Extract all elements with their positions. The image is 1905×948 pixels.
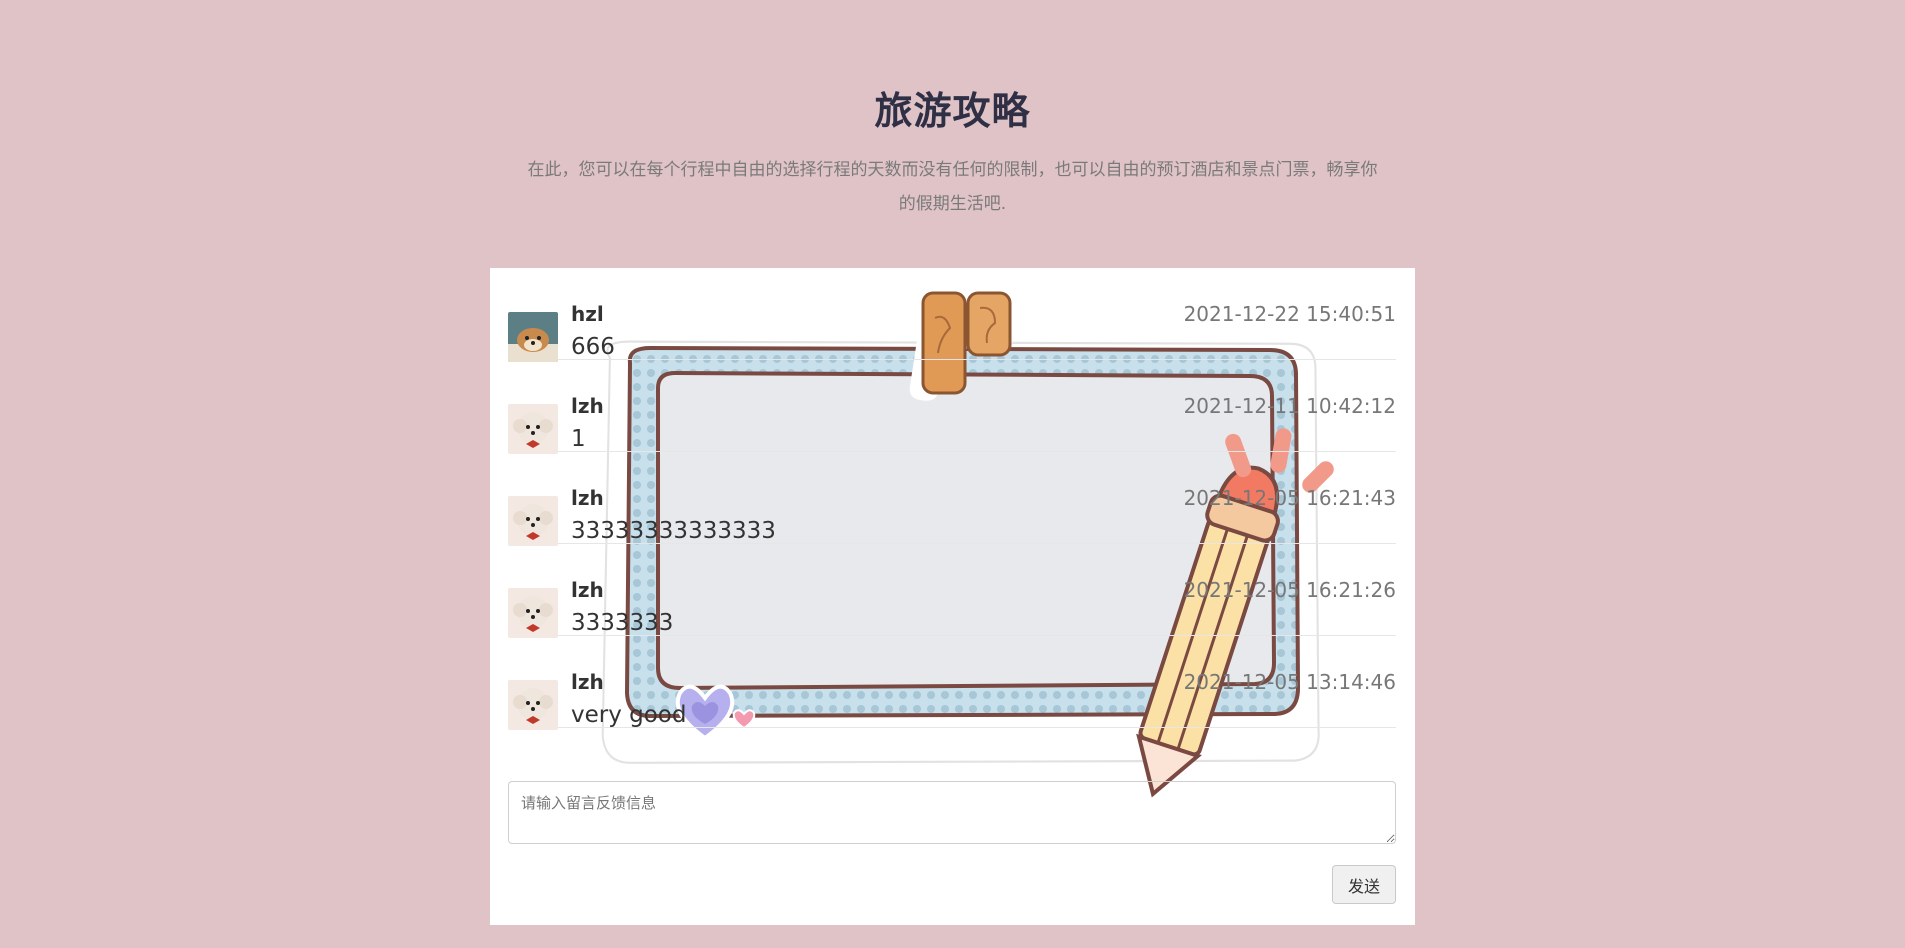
message-time: 2021-12-11 10:42:12 [1183, 394, 1396, 418]
message-item: lzh 3333333 2021-12-05 16:21:26 [508, 544, 1396, 638]
shiba-dog-avatar-icon [508, 312, 558, 362]
user-avatar [508, 312, 558, 362]
message-item: lzh very good 2021-12-05 13:14:46 [508, 636, 1396, 730]
message-text: very good [571, 702, 687, 728]
message-username: hzl [571, 302, 604, 326]
feedback-input[interactable] [508, 781, 1396, 844]
feedback-form [508, 781, 1396, 844]
message-time: 2021-12-05 13:14:46 [1183, 670, 1396, 694]
poodle-avatar-icon [508, 680, 558, 730]
message-item: lzh 33333333333333 2021-12-05 16:21:43 [508, 452, 1396, 546]
message-item: lzh 1 2021-12-11 10:42:12 [508, 360, 1396, 454]
message-username: lzh [571, 486, 604, 510]
user-avatar [508, 680, 558, 730]
message-item: hzl 666 2021-12-22 15:40:51 [508, 268, 1396, 362]
send-button[interactable]: 发送 [1332, 865, 1396, 904]
page: 旅游攻略 在此，您可以在每个行程中自由的选择行程的天数而没有任何的限制，也可以自… [0, 0, 1905, 948]
message-username: lzh [571, 578, 604, 602]
message-time: 2021-12-05 16:21:26 [1183, 578, 1396, 602]
poodle-avatar-icon [508, 496, 558, 546]
poodle-avatar-icon [508, 404, 558, 454]
user-avatar [508, 588, 558, 638]
message-text: 3333333 [571, 610, 674, 636]
message-time: 2021-12-22 15:40:51 [1183, 302, 1396, 326]
poodle-avatar-icon [508, 588, 558, 638]
message-text: 1 [571, 426, 586, 452]
message-username: lzh [571, 394, 604, 418]
message-text: 666 [571, 334, 615, 360]
user-avatar [508, 496, 558, 546]
page-title: 旅游攻略 [874, 89, 1031, 133]
message-list: hzl 666 2021-12-22 15:40:51 lzh 1 2021-1… [508, 268, 1396, 730]
message-board: hzl 666 2021-12-22 15:40:51 lzh 1 2021-1… [490, 268, 1415, 925]
message-username: lzh [571, 670, 604, 694]
message-time: 2021-12-05 16:21:43 [1183, 486, 1396, 510]
user-avatar [508, 404, 558, 454]
header: 旅游攻略 在此，您可以在每个行程中自由的选择行程的天数而没有任何的限制，也可以自… [0, 80, 1905, 221]
page-subtitle: 在此，您可以在每个行程中自由的选择行程的天数而没有任何的限制，也可以自由的预订酒… [527, 160, 1378, 214]
message-text: 33333333333333 [571, 518, 776, 544]
